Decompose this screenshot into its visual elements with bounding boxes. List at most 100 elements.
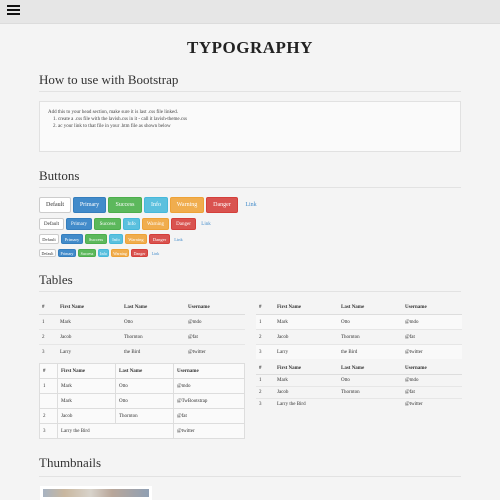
thumbnail-image[interactable] [40,486,152,500]
table-cell: Thornton [338,386,402,399]
column-header: First Name [274,363,338,375]
default-button[interactable]: Default [39,218,64,230]
table-cell: 2 [256,386,274,399]
table-cell: @mdo [402,314,462,330]
primary-button[interactable]: Primary [58,249,76,257]
column-header: Last Name [121,300,185,315]
warning-button[interactable]: Warning [125,234,147,244]
table-cell: Mark [274,314,338,330]
success-button[interactable]: Success [108,197,142,213]
button-row-large: Default Primary Success Info Warning Dan… [39,197,264,213]
table-row: 3 Larry the Bird @twitter [39,344,245,359]
link-button[interactable]: Link [172,234,185,244]
table-cell: @twitter [185,344,245,359]
table-cell: @TwBootstrap [173,393,245,409]
table-row: 2 Jacob Thornton @fat [39,408,245,424]
table-cell: 2 [39,408,58,424]
column-header: # [256,300,274,315]
table-row: 2 Jacob Thornton @fat [39,329,245,345]
default-button[interactable]: Default [39,234,59,244]
table-row: Mark Otto @TwBootstrap [39,393,245,409]
table-cell: 3 [39,344,57,359]
table-cell: Otto [338,374,402,387]
bootstrap-heading: How to use with Bootstrap [39,72,179,87]
table-row: 3 Larry the Bird @twitter [256,398,462,410]
table-cell: Otto [338,314,402,330]
table-cell: 1 [256,314,274,330]
warning-button[interactable]: Warning [142,218,169,230]
default-button[interactable]: Default [39,249,56,257]
table-cell: @mdo [402,374,462,387]
divider [39,291,461,292]
column-header: # [256,363,274,375]
table-row: 3 Larry the Bird @twitter [256,344,462,359]
primary-button[interactable]: Primary [73,197,106,213]
primary-button[interactable]: Primary [66,218,92,230]
table-cell: Otto [121,314,185,330]
table-cell: the Bird [338,344,402,359]
link-button[interactable]: Link [240,197,262,213]
table-cell: 3 [256,398,274,410]
link-button[interactable]: Link [150,249,161,257]
table-cell: @fat [402,329,462,345]
info-button[interactable]: Info [109,234,123,244]
table-cell: @twitter [173,423,245,439]
default-button[interactable]: Default [39,197,71,213]
success-button[interactable]: Success [78,249,96,257]
table-header-row: # First Name Last Name Username [39,363,245,379]
table-cell: @fat [402,386,462,399]
bordered-table: # First Name Last Name Username 1 Mark O… [39,363,245,439]
table-row: 1 Mark Otto @mdo [39,314,245,330]
table-header-row: # First Name Last Name Username [256,363,462,375]
column-header: First Name [57,300,121,315]
column-header: Username [402,363,462,375]
bootstrap-instructions-box: Add this to your head section, make sure… [39,101,461,152]
divider [39,476,461,477]
table-cell: Otto [115,378,174,394]
danger-button[interactable]: Danger [149,234,170,244]
table-cell: 2 [256,329,274,345]
info-button[interactable]: Info [98,249,109,257]
table-cell: 3 [39,423,58,439]
table-cell: 1 [39,314,57,330]
table-cell: 3 [256,344,274,359]
table-row: 2 Jacob Thornton @fat [256,329,462,345]
table-cell: Otto [115,393,174,409]
link-button[interactable]: Link [198,218,214,230]
success-button[interactable]: Success [94,218,121,230]
hamburger-menu-icon[interactable] [7,5,20,18]
button-row-medium: Default Primary Success Info Warning Dan… [39,218,216,230]
table-cell: Thornton [338,329,402,345]
danger-button[interactable]: Danger [206,197,238,213]
table-cell: @fat [173,408,245,424]
table-row: 2 Jacob Thornton @fat [256,386,462,399]
button-row-xsmall: Default Primary Success Info Warning Dan… [39,249,163,257]
tables-heading: Tables [39,272,73,287]
divider [39,187,461,188]
column-header: Last Name [115,363,174,379]
table-cell: Larry [57,344,121,359]
divider [39,91,461,92]
top-navbar [0,0,500,24]
warning-button[interactable]: Warning [111,249,129,257]
primary-button[interactable]: Primary [61,234,83,244]
table-cell: Mark [57,314,121,330]
column-header: Last Name [338,300,402,315]
info-button[interactable]: Info [123,218,140,230]
table-cell: 1 [256,374,274,387]
bootstrap-step: ac your link to that file in your .htm f… [58,124,187,129]
table-row: 1 Mark Otto @mdo [256,314,462,330]
success-button[interactable]: Success [85,234,107,244]
danger-button[interactable]: Danger [131,249,148,257]
column-header: First Name [274,300,338,315]
page-title: TYPOGRAPHY [187,38,313,57]
warning-button[interactable]: Warning [170,197,204,213]
table-cell: 2 [39,329,57,345]
bootstrap-steps: create a .css file with the lavish.css i… [48,117,187,131]
danger-button[interactable]: Danger [171,218,196,230]
table-cell: @mdo [173,378,245,394]
table-cell: the Bird [121,344,185,359]
table-cell: Mark [274,374,338,387]
info-button[interactable]: Info [144,197,168,213]
table-cell: Mark [57,393,116,409]
